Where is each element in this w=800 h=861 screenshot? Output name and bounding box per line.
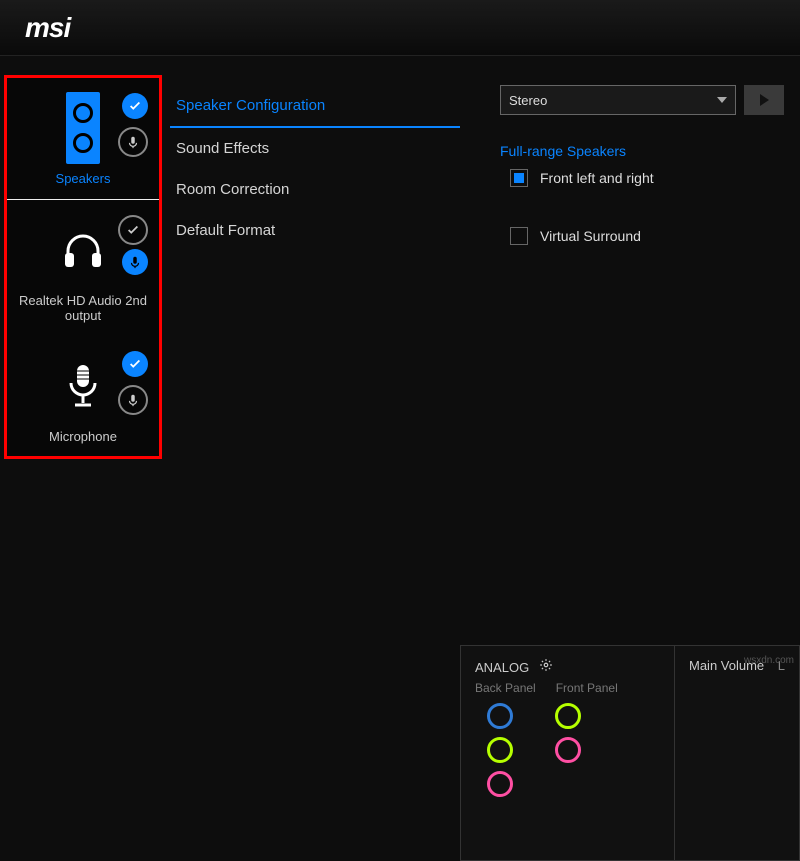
device-speakers[interactable]: Speakers <box>7 78 159 200</box>
app-root: msi Speakers <box>0 0 800 861</box>
device-icon <box>12 93 154 163</box>
play-icon <box>760 94 769 106</box>
device-label: Speakers <box>12 171 154 187</box>
jack-front-2[interactable] <box>555 737 581 763</box>
device-settings-icon[interactable] <box>118 127 148 157</box>
back-panel-label: Back Panel <box>475 681 536 695</box>
nav-room-correction[interactable]: Room Correction <box>170 169 460 210</box>
brand-logo: msi <box>25 12 70 44</box>
main-volume-panel: Main Volume L <box>675 645 800 861</box>
checkbox-icon <box>510 227 528 245</box>
bottom-panels: ANALOG Back Panel Front Panel Main Volum… <box>460 645 800 861</box>
checkbox-icon <box>510 169 528 187</box>
jack-front-1[interactable] <box>555 703 581 729</box>
device-label: Microphone <box>12 429 154 445</box>
device-settings-icon[interactable] <box>122 249 148 275</box>
check-icon[interactable] <box>122 93 148 119</box>
device-microphone[interactable]: Microphone <box>7 336 159 457</box>
analog-panel: ANALOG Back Panel Front Panel <box>460 645 675 861</box>
chevron-down-icon <box>717 97 727 103</box>
front-panel-label: Front Panel <box>556 681 618 695</box>
watermark: wsxdn.com <box>744 655 794 666</box>
checkbox-label: Front left and right <box>540 170 654 186</box>
checkbox-front-lr[interactable]: Front left and right <box>510 169 790 187</box>
device-realtek-2nd[interactable]: Realtek HD Audio 2nd output <box>7 200 159 336</box>
speaker-mode-dropdown[interactable]: Stereo <box>500 85 736 115</box>
gear-icon[interactable] <box>539 658 553 675</box>
jack-back-3[interactable] <box>487 771 513 797</box>
device-label: Realtek HD Audio 2nd output <box>12 293 154 324</box>
nav-default-format[interactable]: Default Format <box>170 210 460 251</box>
microphone-icon <box>63 361 103 411</box>
jack-back-2[interactable] <box>487 737 513 763</box>
device-icon <box>12 215 154 285</box>
nav-sound-effects[interactable]: Sound Effects <box>170 128 460 169</box>
checkbox-label: Virtual Surround <box>540 228 641 244</box>
checkbox-virtual-surround[interactable]: Virtual Surround <box>510 227 790 245</box>
analog-title: ANALOG <box>475 660 529 675</box>
check-icon[interactable] <box>122 351 148 377</box>
titlebar: msi <box>0 0 800 56</box>
nav-speaker-configuration[interactable]: Speaker Configuration <box>170 85 460 128</box>
test-play-button[interactable] <box>744 85 784 115</box>
device-settings-icon[interactable] <box>118 385 148 415</box>
config-pane: Stereo Full-range Speakers Front left an… <box>500 85 790 253</box>
settings-nav: Speaker Configuration Sound Effects Room… <box>170 85 460 251</box>
check-icon[interactable] <box>118 215 148 245</box>
device-icon <box>12 351 154 421</box>
headphones-icon <box>58 225 108 275</box>
jack-grid <box>487 703 660 797</box>
fullrange-title: Full-range Speakers <box>500 143 790 159</box>
speaker-icon <box>66 92 100 164</box>
jack-back-1[interactable] <box>487 703 513 729</box>
device-sidebar: Speakers Realtek HD Audio 2nd output <box>4 75 162 459</box>
dropdown-value: Stereo <box>509 93 547 108</box>
